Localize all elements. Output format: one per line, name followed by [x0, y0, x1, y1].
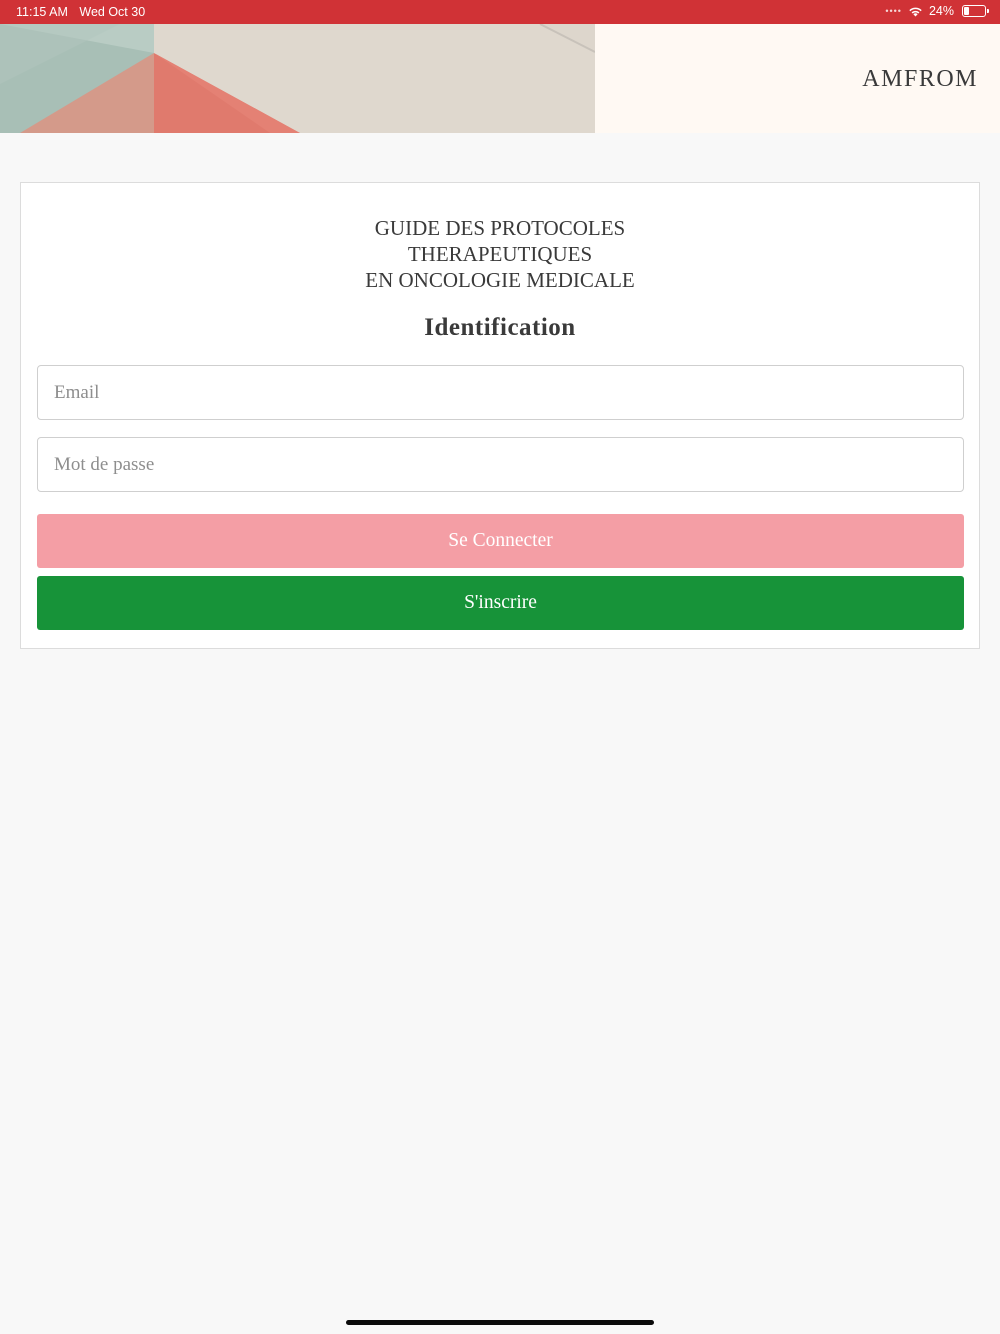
status-time: 11:15 AM — [16, 5, 68, 19]
status-left: 11:15 AM Wed Oct 30 — [16, 5, 153, 19]
status-right: •••• 24% — [885, 4, 989, 18]
header-banner-graphic — [0, 24, 595, 133]
status-bar: 11:15 AM Wed Oct 30 •••• 24% — [0, 0, 1000, 24]
app-header: AMFROM — [0, 24, 1000, 133]
login-card: GUIDE DES PROTOCOLES THERAPEUTIQUES EN O… — [20, 182, 980, 649]
identification-heading: Identification — [424, 314, 576, 341]
cellular-dots-icon: •••• — [885, 6, 902, 16]
battery-percent: 24% — [928, 4, 954, 18]
home-indicator[interactable] — [346, 1320, 654, 1325]
battery-level — [964, 7, 969, 15]
password-field[interactable] — [37, 437, 964, 492]
battery-icon — [962, 5, 989, 17]
register-button[interactable]: S'inscrire — [37, 576, 964, 630]
guide-title-line: THERAPEUTIQUES — [407, 242, 593, 266]
guide-title-line: GUIDE DES PROTOCOLES — [374, 216, 626, 240]
connect-button[interactable]: Se Connecter — [37, 514, 964, 568]
email-field[interactable] — [37, 365, 964, 420]
wifi-icon — [909, 7, 922, 16]
guide-title-line: EN ONCOLOGIE MEDICALE — [365, 268, 635, 292]
brand-logo: AMFROM — [862, 66, 978, 92]
status-date: Wed Oct 30 — [79, 5, 146, 19]
guide-title: GUIDE DES PROTOCOLES THERAPEUTIQUES EN O… — [21, 215, 979, 293]
